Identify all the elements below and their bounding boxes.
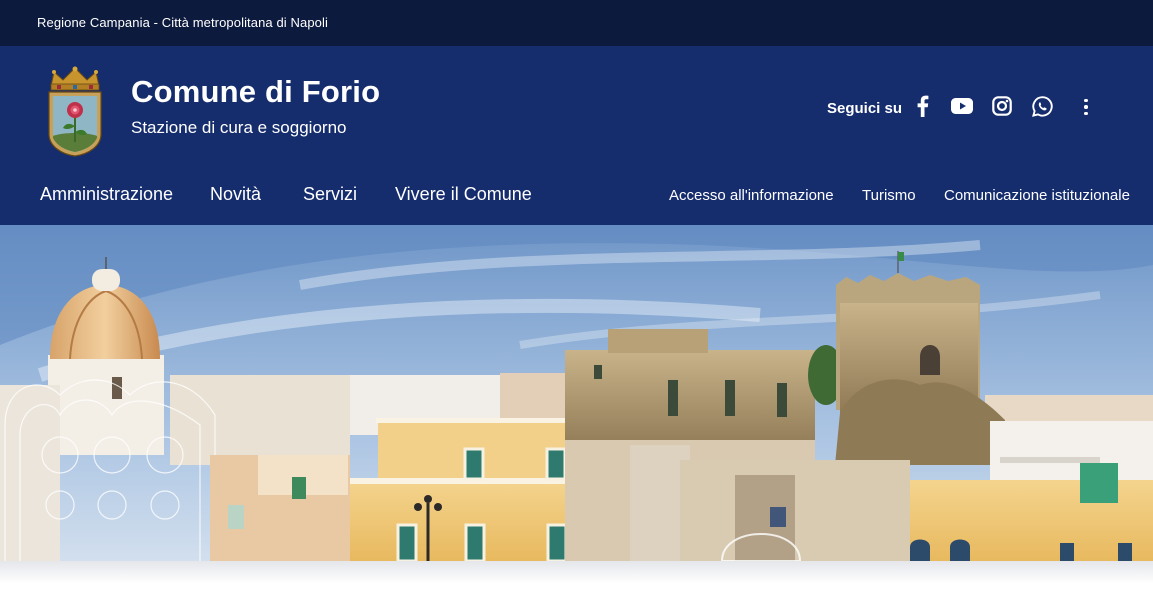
nav-item-novita[interactable]: Novità: [210, 184, 261, 205]
hero-image: [0, 225, 1153, 561]
facebook-icon[interactable]: [910, 94, 934, 118]
coat-of-arms-logo[interactable]: [45, 62, 105, 158]
nav-item-comunicazione-istituzionale[interactable]: Comunicazione istituzionale: [944, 187, 1130, 204]
site-title[interactable]: Comune di Forio: [131, 74, 380, 110]
follow-us-label: Seguici su: [827, 100, 903, 117]
nav-item-turismo[interactable]: Turismo: [862, 187, 916, 204]
top-bar: Regione Campania - Città metropolitana d…: [0, 0, 1153, 46]
whatsapp-icon[interactable]: [1030, 94, 1054, 118]
hero-bottom-shadow: [0, 561, 1153, 599]
more-vertical-icon[interactable]: [1078, 95, 1094, 119]
nav-item-servizi[interactable]: Servizi: [303, 184, 357, 205]
instagram-icon[interactable]: [990, 94, 1014, 118]
site-header: Comune di Forio Stazione di cura e soggi…: [0, 46, 1153, 225]
youtube-icon[interactable]: [950, 94, 974, 118]
site-subtitle: Stazione di cura e soggiorno: [131, 118, 347, 137]
region-link[interactable]: Regione Campania - Città metropolitana d…: [37, 15, 328, 30]
nav-item-accesso-informazione[interactable]: Accesso all'informazione: [669, 187, 834, 204]
nav-item-amministrazione[interactable]: Amministrazione: [40, 184, 173, 205]
nav-item-vivere-il-comune[interactable]: Vivere il Comune: [395, 184, 532, 205]
